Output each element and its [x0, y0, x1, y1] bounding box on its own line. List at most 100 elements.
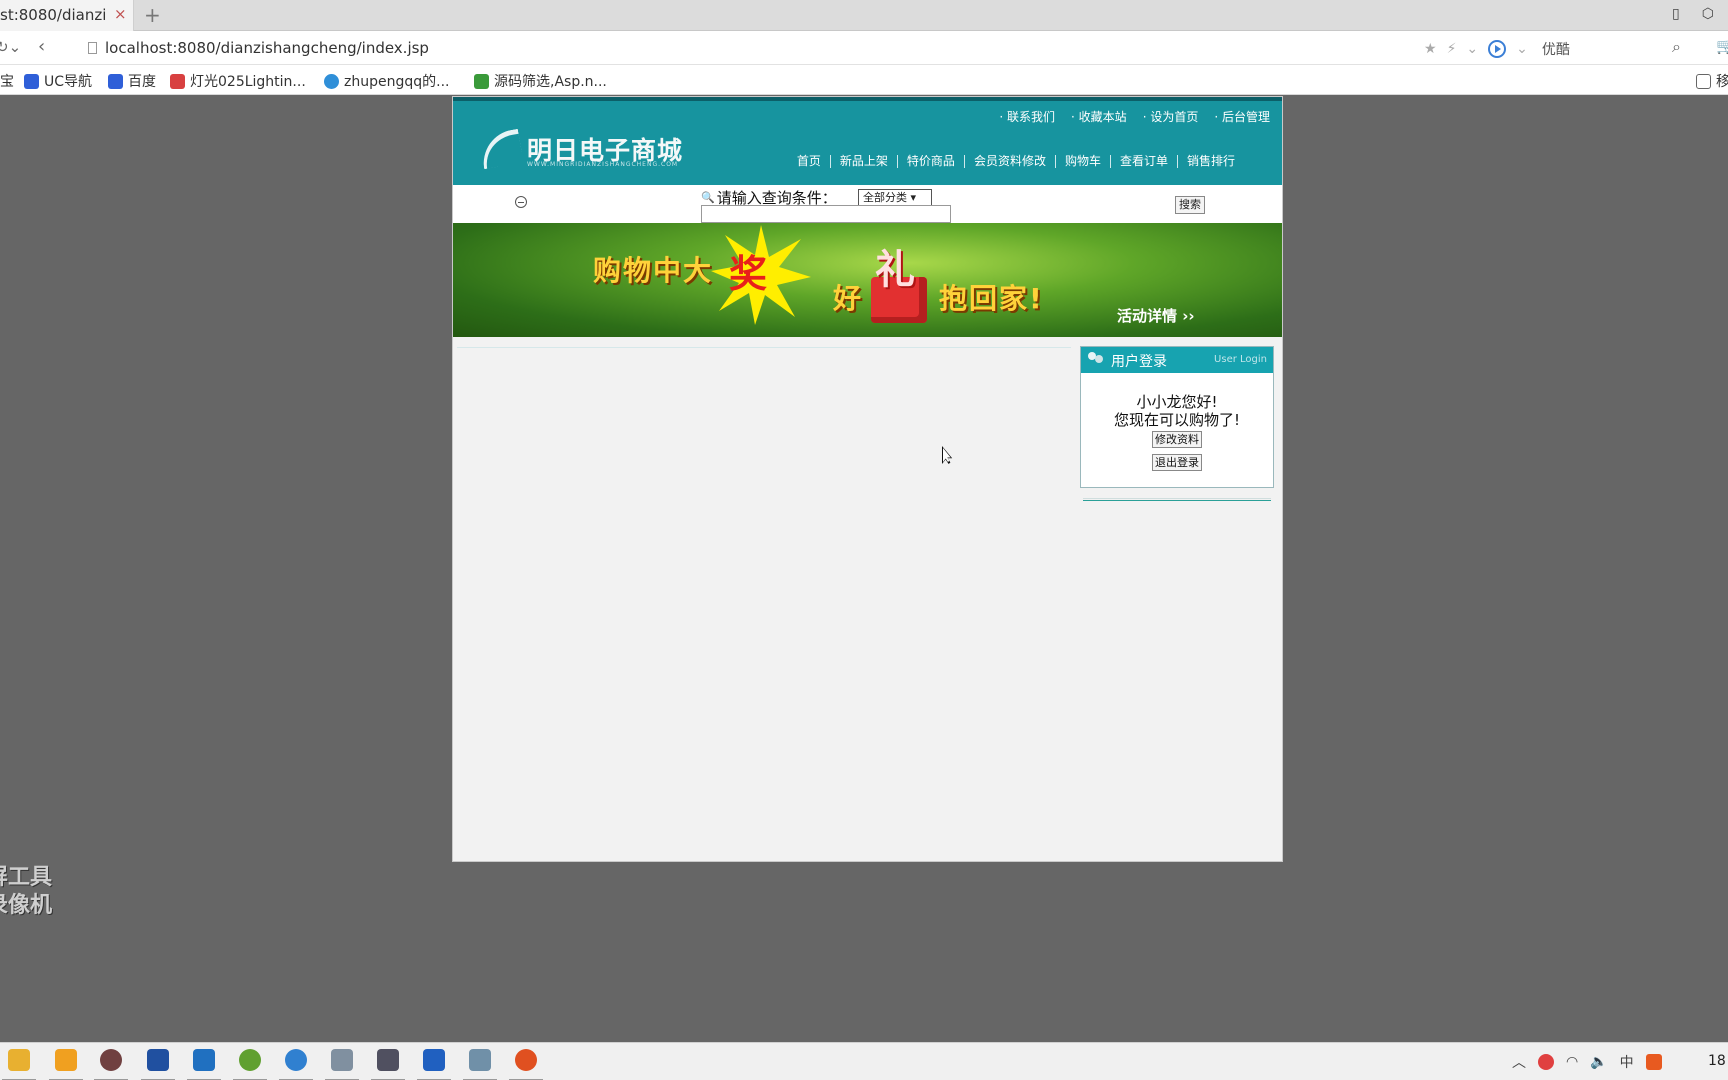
users-icon — [1087, 352, 1105, 367]
taskbar-app-icon[interactable] — [141, 1049, 175, 1080]
taskbar-app-icon[interactable] — [325, 1049, 359, 1080]
link-bookmark-site[interactable]: 收藏本站 — [1071, 108, 1127, 125]
logo-swoosh-icon — [478, 128, 524, 170]
taskbar-app-icon[interactable] — [463, 1049, 497, 1080]
bookmark-item[interactable]: 灯光025Lightin... — [170, 71, 306, 91]
search-icon[interactable]: ⌕ — [1672, 37, 1681, 57]
youku-label[interactable]: 优酷 — [1542, 39, 1570, 59]
nav-sales-ranking[interactable]: 销售排行 — [1176, 155, 1244, 168]
login-title: 用户登录 — [1111, 354, 1167, 370]
logout-button[interactable]: 退出登录 — [1152, 454, 1202, 471]
lightning-icon[interactable]: ⚡ — [1447, 41, 1457, 57]
banner-prize-char: 奖 — [729, 252, 768, 296]
browser-tab-bar: st:8080/dianzi × + ▯ ⬡ — [0, 0, 1728, 31]
banner-headline: 购物中大 — [593, 254, 714, 287]
baidu-icon — [108, 73, 123, 89]
taskbar-app-icon[interactable] — [279, 1049, 313, 1080]
cart-icon[interactable]: 🛒 — [1716, 37, 1728, 55]
taskbar-app-icon[interactable] — [417, 1049, 451, 1080]
nav-cart[interactable]: 购物车 — [1054, 155, 1110, 168]
logo-subtext: WWW.MINGRIDIANZISHANGCHENG.COM — [527, 161, 679, 168]
banner-hao-char: 好 — [833, 282, 862, 315]
address-bar-tools: ★ ⚡ ⌄ ⌄ 优酷 — [1424, 39, 1570, 59]
shop-ready-text: 您现在可以购物了! — [1113, 411, 1240, 429]
bookmark-icon — [474, 73, 489, 89]
bookmark-item[interactable]: 移 — [1696, 71, 1728, 91]
refresh-icon[interactable]: ↻⌄ — [0, 38, 21, 56]
search-input[interactable] — [701, 205, 951, 223]
page-icon — [88, 42, 97, 54]
search-icon: 🔍 — [701, 191, 715, 204]
close-icon[interactable]: × — [114, 5, 127, 23]
top-links: 联系我们 收藏本站 设为首页 后台管理 — [999, 108, 1270, 125]
tab-title: st:8080/dianzi — [0, 6, 107, 24]
taskbar-app-icon[interactable] — [49, 1049, 83, 1080]
volume-icon[interactable]: 🔈 — [1590, 1054, 1607, 1070]
content-divider — [457, 347, 1071, 348]
chevron-up-icon[interactable]: ︿ — [1512, 1052, 1526, 1072]
bookmark-item[interactable]: 源码筛选,Asp.n... — [474, 71, 607, 91]
back-icon[interactable]: ‹ — [38, 36, 45, 57]
sogou-icon[interactable] — [1645, 1054, 1662, 1070]
nav-member-profile[interactable]: 会员资料修改 — [963, 155, 1055, 168]
taskbar: ︿ ◠ 🔈 中 18 — [0, 1042, 1728, 1080]
taskbar-clock[interactable]: 18 — [1708, 1053, 1726, 1069]
promo-banner[interactable]: 购物中大 奖 好 礼 抱回家! 活动详情 ›› — [453, 223, 1282, 337]
video-play-icon[interactable] — [1488, 40, 1507, 58]
bookmark-icon — [324, 73, 339, 89]
uc-icon — [24, 73, 39, 89]
login-panel-footer — [1083, 498, 1271, 501]
wifi-icon[interactable]: ◠ — [1566, 1054, 1578, 1070]
recorder-watermark: 屏工具 录像机 — [0, 865, 53, 918]
split-view-icon[interactable]: ▯ — [1672, 6, 1680, 22]
bookmark-icon — [170, 73, 185, 89]
banner-tagline: 抱回家! — [939, 282, 1044, 315]
shop-page: 明日电子商城 WWW.MINGRIDIANZISHANGCHENG.COM 联系… — [452, 96, 1283, 862]
file-explorer-icon[interactable] — [2, 1049, 36, 1080]
nav-home[interactable]: 首页 — [788, 155, 830, 168]
main-nav: 首页 新品上架 特价商品 会员资料修改 购物车 查看订单 销售排行 — [788, 155, 1244, 168]
link-set-homepage[interactable]: 设为首页 — [1143, 108, 1198, 125]
search-button[interactable]: 搜索 — [1175, 196, 1205, 214]
taskbar-app-icon[interactable] — [509, 1049, 543, 1080]
login-panel-header: 用户登录 User Login — [1081, 347, 1273, 373]
link-admin[interactable]: 后台管理 — [1214, 108, 1270, 125]
system-tray: ︿ ◠ 🔈 中 — [1512, 1052, 1662, 1072]
address-bar: ↻⌄ ‹ localhost:8080/dianzishangcheng/ind… — [0, 31, 1728, 65]
bookmark-item[interactable]: UC导航 — [24, 71, 92, 91]
chevron-down-icon[interactable]: ⌄ — [1466, 41, 1478, 57]
clock-icon — [515, 196, 527, 208]
taskbar-app-icon[interactable] — [187, 1049, 221, 1080]
bookmark-item[interactable]: zhupengqq的... — [324, 71, 449, 91]
banner-details-link[interactable]: 活动详情 ›› — [1117, 305, 1195, 326]
new-tab-icon[interactable]: + — [144, 3, 161, 27]
skin-icon[interactable]: ⬡ — [1702, 6, 1714, 22]
taskbar-app-icon[interactable] — [94, 1049, 128, 1080]
url-field[interactable]: localhost:8080/dianzishangcheng/index.js… — [105, 39, 429, 57]
site-header: 明日电子商城 WWW.MINGRIDIANZISHANGCHENG.COM 联系… — [453, 97, 1282, 185]
browser-tab[interactable]: st:8080/dianzi × — [0, 0, 134, 31]
bookmarks-bar: 宝 UC导航 百度 灯光025Lightin... zhupengqq的... … — [0, 65, 1728, 95]
chevron-down-icon[interactable]: ⌄ — [1516, 41, 1528, 57]
bookmark-item[interactable]: 百度 — [108, 71, 156, 91]
edit-profile-button[interactable]: 修改资料 — [1152, 431, 1202, 448]
login-panel-body: 小小龙您好! 您现在可以购物了! 修改资料 退出登录 — [1081, 373, 1273, 471]
ime-indicator[interactable]: 中 — [1620, 1052, 1634, 1072]
qq-icon[interactable] — [1538, 1054, 1554, 1070]
nav-specials[interactable]: 特价商品 — [896, 155, 964, 168]
window-controls: ▯ ⬡ — [1672, 6, 1714, 22]
greeting-text: 小小龙您好! — [1136, 393, 1218, 411]
category-select[interactable]: 全部分类 ▾ — [858, 189, 932, 206]
banner-gift-char: 礼 — [875, 247, 915, 293]
star-icon[interactable]: ★ — [1424, 41, 1437, 57]
nav-new-arrivals[interactable]: 新品上架 — [829, 155, 897, 168]
search-row: 🔍 请输入查询条件： 全部分类 ▾ 搜索 — [453, 185, 1282, 223]
user-login-panel: 用户登录 User Login 小小龙您好! 您现在可以购物了! 修改资料 退出… — [1080, 346, 1274, 488]
bookmark-item[interactable]: 宝 — [0, 71, 14, 91]
taskbar-app-icon[interactable] — [371, 1049, 405, 1080]
nav-orders[interactable]: 查看订单 — [1109, 155, 1177, 168]
link-contact[interactable]: 联系我们 — [999, 108, 1055, 125]
site-logo[interactable]: 明日电子商城 WWW.MINGRIDIANZISHANGCHENG.COM — [478, 128, 683, 170]
mobile-icon — [1696, 73, 1711, 89]
taskbar-app-icon[interactable] — [233, 1049, 267, 1080]
